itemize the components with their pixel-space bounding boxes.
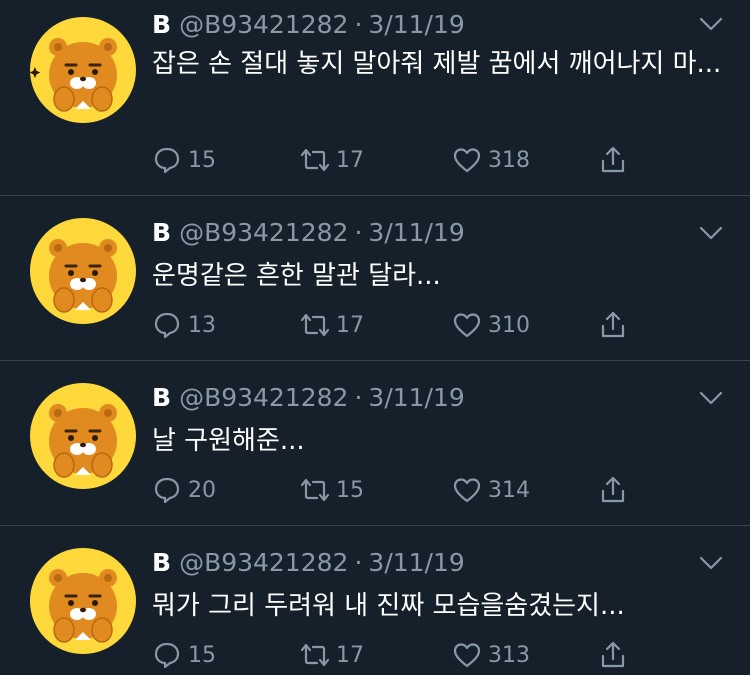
tweet-date[interactable]: 3/11/19: [368, 218, 464, 247]
display-name[interactable]: B: [152, 218, 171, 247]
heart-icon: [453, 313, 481, 338]
avatar[interactable]: [30, 383, 136, 489]
like-button[interactable]: 314: [452, 472, 530, 508]
reply-count: 13: [188, 312, 216, 338]
retweet-icon: [300, 313, 330, 337]
tweet-text: 운명같은 흔한 말관 달라...: [152, 261, 441, 291]
share-icon: [601, 476, 625, 503]
retweet-icon: [300, 478, 330, 502]
separator-dot: ·: [354, 383, 363, 412]
tweet-header: B @B93421282 · 3/11/19: [152, 381, 465, 415]
ryan-avatar-icon: [30, 218, 136, 324]
tweet[interactable]: B @B93421282 · 3/11/19 운명같은 흔한 말관 달라... 13 …: [0, 196, 750, 361]
display-name[interactable]: B: [152, 383, 171, 412]
display-name[interactable]: B: [152, 548, 171, 577]
tweet[interactable]: B @B93421282 · 3/11/19 날 구원해준... 20 15 314: [0, 361, 750, 526]
like-button[interactable]: 313: [452, 637, 530, 673]
tweet[interactable]: B @B93421282 · 3/11/19 뭐가 그리 두려워 내 진짜 모습을숨겼…: [0, 526, 750, 675]
ryan-avatar-icon: [30, 17, 136, 123]
reply-count: 15: [188, 642, 216, 668]
like-count: 313: [488, 642, 530, 668]
avatar[interactable]: [30, 548, 136, 654]
reply-icon: [154, 642, 180, 669]
tweet-text: 잡은 손 절대 놓지 말아줘 제발 꿈에서 깨어나지 마...: [152, 49, 722, 79]
retweet-count: 17: [336, 147, 364, 173]
user-handle[interactable]: @B93421282: [179, 218, 348, 247]
retweet-button[interactable]: 17: [300, 637, 364, 673]
share-button[interactable]: [598, 142, 634, 178]
retweet-count: 17: [336, 642, 364, 668]
retweet-button[interactable]: 15: [300, 472, 364, 508]
more-options-button[interactable]: [698, 223, 724, 243]
separator-dot: ·: [354, 218, 363, 247]
retweet-icon: [300, 643, 330, 667]
reply-icon: [154, 477, 180, 504]
retweet-icon: [300, 148, 330, 172]
user-handle[interactable]: @B93421282: [179, 10, 348, 39]
tweet-header: B @B93421282 · 3/11/19: [152, 8, 465, 42]
reply-count: 20: [188, 477, 216, 503]
avatar[interactable]: [30, 218, 136, 324]
heart-icon: [453, 478, 481, 503]
like-button[interactable]: 310: [452, 307, 530, 343]
more-options-button[interactable]: [698, 14, 724, 34]
retweet-count: 15: [336, 477, 364, 503]
more-options-button[interactable]: [698, 388, 724, 408]
reply-icon: [154, 147, 180, 174]
reply-count: 15: [188, 147, 216, 173]
reply-button[interactable]: 15: [152, 637, 216, 673]
user-handle[interactable]: @B93421282: [179, 548, 348, 577]
reply-button[interactable]: 20: [152, 472, 216, 508]
tweet-header: B @B93421282 · 3/11/19: [152, 546, 465, 580]
tweet[interactable]: B @B93421282 · 3/11/19 잡은 손 절대 놓지 말아줘 제발 꿈에…: [0, 0, 750, 196]
like-button[interactable]: 318: [452, 142, 530, 178]
tweet-date[interactable]: 3/11/19: [368, 383, 464, 412]
heart-icon: [453, 643, 481, 668]
tweet-actions: 20 15 314: [152, 472, 652, 508]
like-count: 310: [488, 312, 530, 338]
separator-dot: ·: [354, 10, 363, 39]
share-button[interactable]: [598, 472, 634, 508]
chevron-down-icon: [699, 556, 723, 570]
tweet-header: B @B93421282 · 3/11/19: [152, 216, 465, 250]
retweet-button[interactable]: 17: [300, 142, 364, 178]
tweet-text: 날 구원해준...: [152, 426, 305, 456]
share-button[interactable]: [598, 637, 634, 673]
like-count: 314: [488, 477, 530, 503]
chevron-down-icon: [699, 226, 723, 240]
tweet-text: 뭐가 그리 두려워 내 진짜 모습을숨겼는지...: [152, 591, 625, 621]
tweet-date[interactable]: 3/11/19: [368, 10, 464, 39]
more-options-button[interactable]: [698, 553, 724, 573]
chevron-down-icon: [699, 391, 723, 405]
retweet-count: 17: [336, 312, 364, 338]
ryan-avatar-icon: [30, 383, 136, 489]
user-handle[interactable]: @B93421282: [179, 383, 348, 412]
reply-button[interactable]: 13: [152, 307, 216, 343]
tweet-timeline: B @B93421282 · 3/11/19 잡은 손 절대 놓지 말아줘 제발 꿈에…: [0, 0, 750, 675]
reply-button[interactable]: 15: [152, 142, 216, 178]
reply-icon: [154, 312, 180, 339]
tweet-actions: 15 17 318: [152, 142, 652, 178]
like-count: 318: [488, 147, 530, 173]
share-icon: [601, 146, 625, 173]
chevron-down-icon: [699, 17, 723, 31]
separator-dot: ·: [354, 548, 363, 577]
retweet-button[interactable]: 17: [300, 307, 364, 343]
tweet-actions: 15 17 313: [152, 637, 652, 673]
tweet-actions: 13 17 310: [152, 307, 652, 343]
avatar[interactable]: [30, 17, 136, 123]
ryan-avatar-icon: [30, 548, 136, 654]
share-icon: [601, 311, 625, 338]
heart-icon: [453, 148, 481, 173]
tweet-date[interactable]: 3/11/19: [368, 548, 464, 577]
share-icon: [601, 641, 625, 668]
display-name[interactable]: B: [152, 10, 171, 39]
share-button[interactable]: [598, 307, 634, 343]
